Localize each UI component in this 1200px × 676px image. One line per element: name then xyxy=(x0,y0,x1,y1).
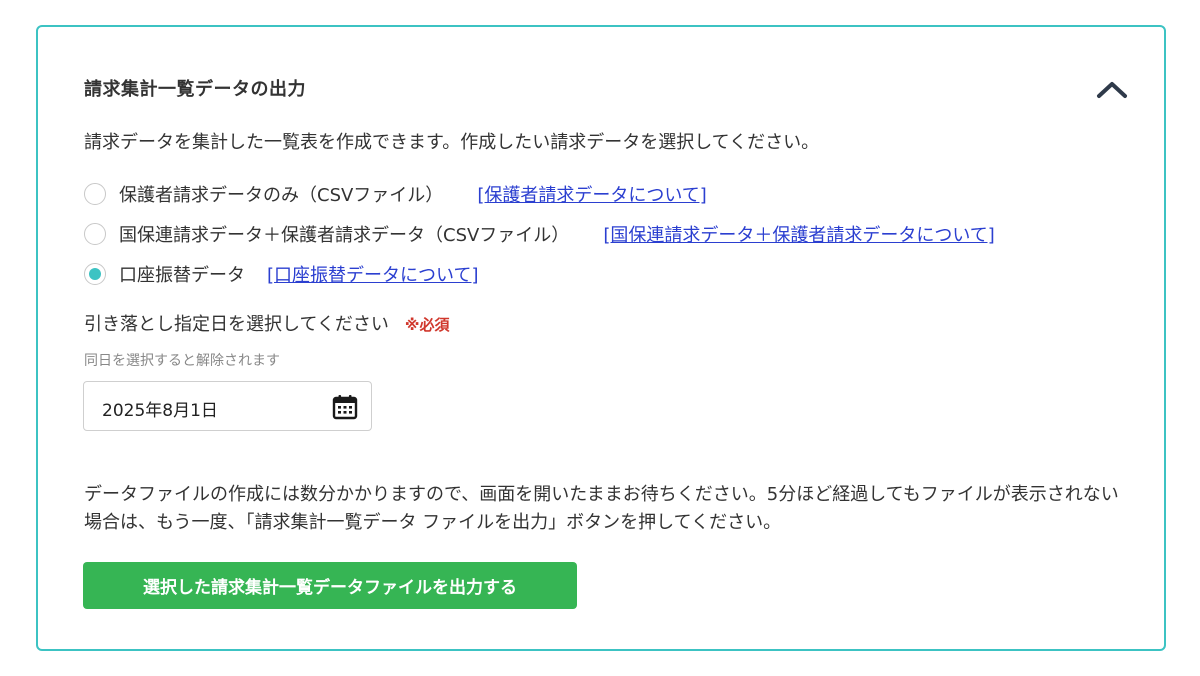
option-national-plus-guardian: 国保連請求データ＋保護者請求データ（CSVファイル） [国保連請求データ＋保護者… xyxy=(84,220,995,248)
radio-bank-transfer[interactable] xyxy=(84,263,106,285)
export-panel: 請求集計一覧データの出力 請求データを集計した一覧表を作成できます。作成したい請… xyxy=(36,25,1166,651)
debit-date-hint: 同日を選択すると解除されます xyxy=(84,353,280,369)
debit-date-input[interactable]: 2025年8月1日 xyxy=(83,381,372,431)
radio-selected-dot xyxy=(89,268,101,280)
calendar-icon[interactable] xyxy=(332,394,358,420)
debit-date-label-text: 引き落とし指定日を選択してください xyxy=(84,314,389,335)
option-label[interactable]: 国保連請求データ＋保護者請求データ（CSVファイル） xyxy=(119,221,569,247)
panel-description: 請求データを集計した一覧表を作成できます。作成したい請求データを選択してください… xyxy=(84,132,820,153)
collapse-button[interactable] xyxy=(1094,75,1130,105)
required-badge: ※必須 xyxy=(404,316,450,334)
option-label[interactable]: 口座振替データ xyxy=(119,261,245,287)
debit-date-label: 引き落とし指定日を選択してください ※必須 xyxy=(84,310,450,336)
national-guardian-info-link[interactable]: [国保連請求データ＋保護者請求データについて] xyxy=(603,221,995,247)
processing-notice: データファイルの作成には数分かかりますので、画面を開いたままお待ちください。5分… xyxy=(84,484,1119,533)
debit-date-value: 2025年8月1日 xyxy=(102,401,218,421)
radio-guardian-only[interactable] xyxy=(84,183,106,205)
option-label[interactable]: 保護者請求データのみ（CSVファイル） xyxy=(119,181,443,207)
panel-title: 請求集計一覧データの出力 xyxy=(84,79,306,100)
option-guardian-only: 保護者請求データのみ（CSVファイル） [保護者請求データについて] xyxy=(84,180,707,208)
option-bank-transfer: 口座振替データ [口座振替データについて] xyxy=(84,260,479,288)
bank-transfer-info-link[interactable]: [口座振替データについて] xyxy=(267,261,479,287)
guardian-info-link[interactable]: [保護者請求データについて] xyxy=(477,181,707,207)
chevron-up-icon xyxy=(1097,82,1127,98)
export-button[interactable]: 選択した請求集計一覧データファイルを出力する xyxy=(83,562,577,609)
radio-national-plus-guardian[interactable] xyxy=(84,223,106,245)
